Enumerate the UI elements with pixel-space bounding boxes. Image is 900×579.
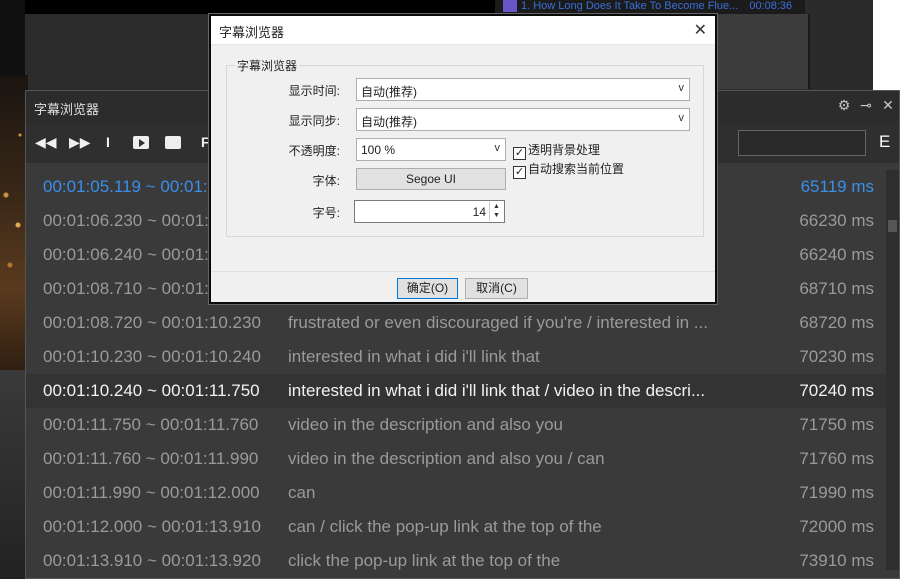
playlist-item-title: 1. How Long Does It Take To Become Flue.… (521, 0, 739, 12)
dialog-titlebar[interactable]: 字幕浏览器 ✕ (211, 16, 715, 45)
subtitle-text: click the pop-up link at the top of the (288, 551, 561, 570)
subtitle-time: 00:01:10.230 ~ 00:01:10.240 (43, 347, 261, 366)
subtitle-row[interactable]: 00:01:08.720 ~ 00:01:10.230 frustrated or… (26, 306, 886, 340)
cursor-icon[interactable]: I (106, 134, 110, 150)
playlist-item[interactable]: 1. How Long Does It Take To Become Flue.… (495, 0, 805, 14)
subtitle-ms: 66240 ms (799, 245, 874, 264)
cancel-button[interactable]: 取消(C) (465, 278, 528, 299)
subtitle-row[interactable]: 00:01:10.230 ~ 00:01:10.240 interested in… (26, 340, 886, 374)
subtitle-row[interactable]: 00:01:12.000 ~ 00:01:13.910 can / click t… (26, 510, 886, 544)
font-button[interactable]: Segoe UI (356, 168, 506, 190)
close-icon[interactable]: ✕ (694, 20, 707, 40)
background-bottom (0, 370, 25, 579)
display-time-select[interactable]: 自动(推荐) v (356, 78, 690, 101)
checkmark-icon: ✓ (513, 166, 526, 179)
subtitle-text: frustrated or even discouraged if you're… (288, 313, 708, 332)
subtitle-ms: 71990 ms (799, 483, 874, 502)
subtitle-text: can (288, 483, 316, 502)
dialog-footer: 确定(O) 取消(C) (211, 271, 715, 302)
subtitle-text: video in the description and also you / … (288, 449, 605, 468)
spin-arrows-icon[interactable]: ▲ ▼ (489, 202, 503, 221)
background-top-strip (25, 0, 500, 14)
font-size-stepper[interactable]: 14 ▲ ▼ (354, 200, 505, 223)
display-sync-label: 显示同步: (288, 114, 340, 128)
subtitle-ms: 65119 ms (800, 177, 874, 196)
subtitle-time: 00:01:11.760 ~ 00:01:11.990 (43, 449, 259, 468)
subtitle-row[interactable]: 00:01:11.750 ~ 00:01:11.760 video in the … (26, 408, 886, 442)
subtitle-row[interactable]: 00:01:10.240 ~ 00:01:11.750 interested in… (26, 374, 886, 408)
subtitle-ms: 68720 ms (799, 313, 874, 332)
subtitle-settings-dialog: 字幕浏览器 ✕ 字幕浏览器 显示时间: 自动(推荐) v 显示同步: 自动(推荐… (209, 14, 717, 304)
pin-icon[interactable]: ⊸ (855, 97, 877, 114)
playlist-item-duration: 00:08:36 (749, 0, 793, 12)
gear-icon[interactable]: ⚙ (833, 97, 855, 114)
subtitle-ms: 66230 ms (799, 211, 874, 230)
transparent-bg-label: 透明背景处理 (528, 143, 601, 157)
display-sync-select[interactable]: 自动(推荐) v (356, 108, 690, 131)
subtitle-time: 00:01:10.240 ~ 00:01:11.750 (43, 381, 260, 400)
subtitle-time: 00:01:12.000 ~ 00:01:13.910 (43, 517, 261, 536)
subtitle-ms: 70230 ms (799, 347, 874, 366)
subtitle-time: 00:01:11.990 ~ 00:01:12.000 (43, 483, 260, 502)
opacity-select[interactable]: 100 % v (356, 138, 506, 161)
opacity-value: 100 % (361, 143, 396, 157)
subtitle-browser-title: 字幕浏览器 (34, 102, 100, 117)
subtitle-box-icon[interactable] (165, 136, 181, 149)
auto-search-checkbox[interactable]: ✓ 自动搜索当前位置 (513, 160, 624, 179)
subtitle-ms: 73910 ms (799, 551, 874, 570)
font-label: 字体: (312, 174, 340, 188)
display-time-value: 自动(推荐) (361, 85, 417, 99)
subtitle-text: can / click the pop-up link at the top o… (288, 517, 602, 536)
mp4-file-icon (503, 0, 517, 12)
background-white-window (873, 0, 900, 90)
previous-icon[interactable]: ◀◀ (35, 134, 57, 151)
scrollbar-thumb[interactable] (888, 220, 897, 232)
titlebar-buttons: ⚙ ⊸ ✕ (833, 97, 899, 114)
dialog-title: 字幕浏览器 (219, 25, 285, 40)
screen: 1. How Long Does It Take To Become Flue.… (0, 0, 900, 579)
ok-button[interactable]: 确定(O) (397, 278, 458, 299)
e-toolbar-button[interactable]: E (879, 132, 890, 152)
font-size-label: 字号: (312, 206, 340, 220)
group-title: 字幕浏览器 (235, 57, 300, 74)
display-sync-value: 自动(推荐) (361, 115, 417, 129)
subtitle-text: interested in what i did i'll link that … (288, 381, 706, 400)
chevron-down-icon: v (494, 142, 501, 154)
transparent-bg-checkbox[interactable]: ✓ 透明背景处理 (513, 141, 600, 160)
background-photo (0, 75, 28, 380)
subtitle-ms: 68710 ms (799, 279, 874, 298)
subtitle-time: 00:01:13.910 ~ 00:01:13.920 (43, 551, 261, 570)
font-size-value: 14 (472, 205, 486, 219)
chevron-down-icon: v (678, 112, 685, 124)
subtitle-text: interested in what i did i'll link that (288, 347, 540, 366)
chevron-down-icon: v (678, 82, 685, 94)
search-input[interactable] (738, 130, 866, 156)
subtitle-text: video in the description and also you (288, 415, 564, 434)
subtitle-row[interactable]: 00:01:11.990 ~ 00:01:12.000 can 71990 ms (26, 476, 886, 510)
background-panel (717, 14, 810, 89)
next-icon[interactable]: ▶▶ (69, 134, 91, 151)
subtitle-row[interactable]: 00:01:11.760 ~ 00:01:11.990 video in the … (26, 442, 886, 476)
subtitle-time: 00:01:11.750 ~ 00:01:11.760 (43, 415, 259, 434)
subtitle-ms: 71760 ms (799, 449, 874, 468)
auto-search-label: 自动搜索当前位置 (528, 162, 625, 176)
display-time-label: 显示时间: (288, 84, 340, 98)
scrollbar[interactable] (886, 170, 899, 570)
subtitle-ms: 70240 ms (799, 381, 874, 400)
subtitle-time: 00:01:08.720 ~ 00:01:10.230 (43, 313, 261, 332)
subtitle-row[interactable]: 00:01:13.910 ~ 00:01:13.920 click the pop… (26, 544, 886, 578)
checkmark-icon: ✓ (513, 147, 526, 160)
subtitle-ms: 71750 ms (799, 415, 874, 434)
play-icon[interactable] (133, 136, 149, 149)
subtitle-ms: 72000 ms (799, 517, 874, 536)
close-icon[interactable]: ✕ (877, 97, 899, 114)
opacity-label: 不透明度: (288, 144, 340, 158)
